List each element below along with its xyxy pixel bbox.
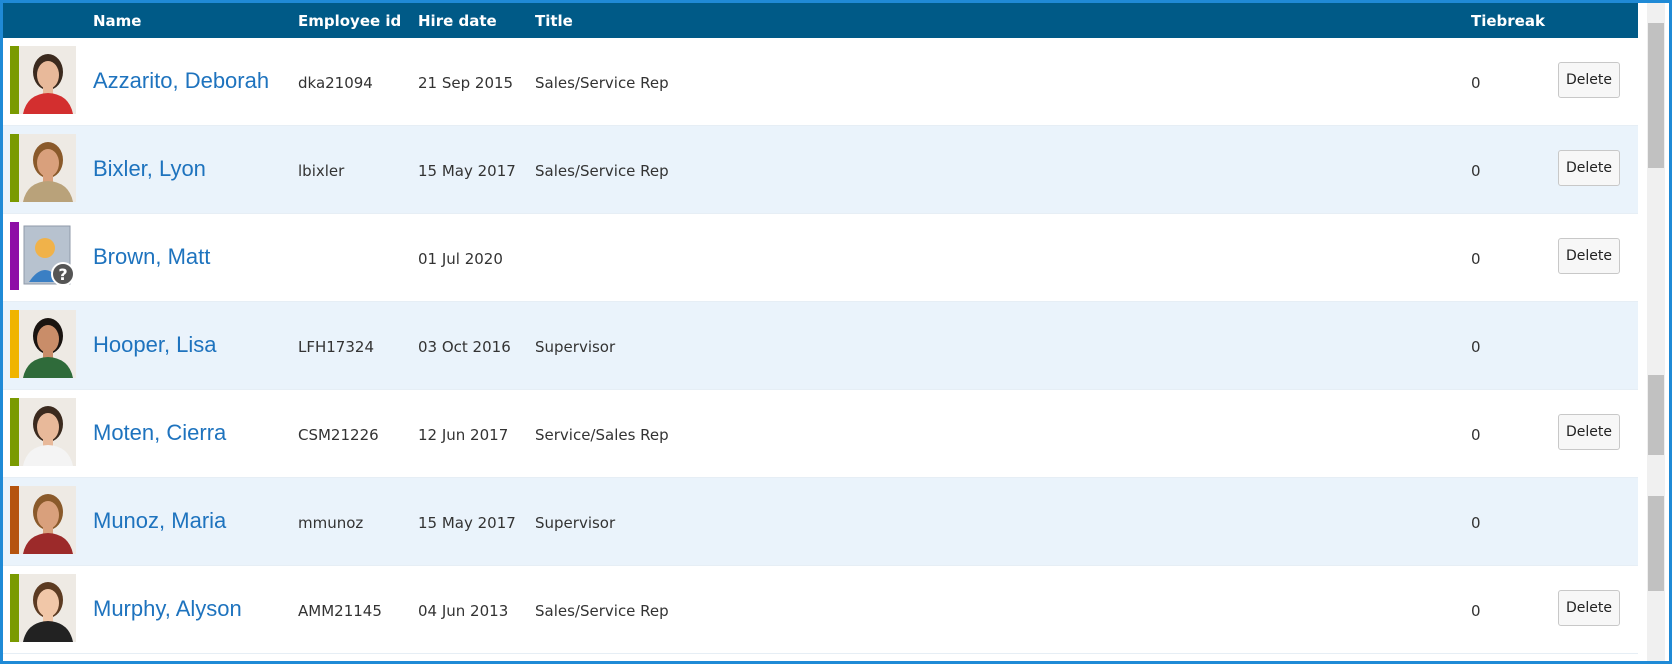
employee-rows: Azzarito, Deborah dka21094 21 Sep 2015 Sale…	[3, 38, 1638, 654]
scrollbar-thumb-segment[interactable]	[1648, 496, 1664, 591]
avatar[interactable]	[19, 574, 76, 642]
hire-date: 12 Jun 2017	[418, 426, 509, 444]
employee-name-link[interactable]: Bixler, Lyon	[93, 156, 206, 182]
job-title: Supervisor	[535, 338, 616, 356]
tiebreak-value: 0	[1471, 514, 1481, 532]
tiebreak-value: 0	[1471, 162, 1481, 180]
tiebreak-value: 0	[1471, 602, 1481, 620]
column-header-name[interactable]: Name	[93, 12, 141, 30]
employee-id: AMM21145	[298, 602, 382, 620]
scrollbar-track[interactable]	[1647, 3, 1665, 661]
hire-date: 15 May 2017	[418, 162, 516, 180]
tiebreak-value: 0	[1471, 426, 1481, 444]
hire-date: 21 Sep 2015	[418, 74, 514, 92]
job-title: Service/Sales Rep	[535, 426, 669, 444]
job-title: Sales/Service Rep	[535, 162, 669, 180]
employee-id: LFH17324	[298, 338, 374, 356]
employee-name-link[interactable]: Munoz, Maria	[93, 508, 226, 534]
employee-name-link[interactable]: Hooper, Lisa	[93, 332, 217, 358]
employee-grid-frame: Name Employee id Hire date Title Tiebrea…	[0, 0, 1672, 664]
svg-text:?: ?	[58, 265, 67, 284]
delete-button[interactable]: Delete	[1558, 590, 1620, 626]
placeholder-user-icon[interactable]: ?	[19, 222, 76, 290]
employee-name-link[interactable]: Azzarito, Deborah	[93, 68, 269, 94]
delete-button[interactable]: Delete	[1558, 150, 1620, 186]
tiebreak-value: 0	[1471, 250, 1481, 268]
table-row[interactable]: Azzarito, Deborah dka21094 21 Sep 2015 Sale…	[3, 38, 1638, 126]
table-row[interactable]: Moten, Cierra CSM21226 12 Jun 2017 Service/…	[3, 390, 1638, 478]
grid-header: Name Employee id Hire date Title Tiebrea…	[3, 3, 1638, 38]
employee-id: CSM21226	[298, 426, 379, 444]
table-row[interactable]: ? Brown, Matt 01 Jul 2020 0 Delete	[3, 214, 1638, 302]
employee-id: lbixler	[298, 162, 345, 180]
hire-date: 01 Jul 2020	[418, 250, 503, 268]
delete-button[interactable]: Delete	[1558, 414, 1620, 450]
job-title: Sales/Service Rep	[535, 74, 669, 92]
table-row[interactable]: Munoz, Maria mmunoz 15 May 2017 Supervisor 0	[3, 478, 1638, 566]
table-row[interactable]: Bixler, Lyon lbixler 15 May 2017 Sales/Serv…	[3, 126, 1638, 214]
scrollbar-thumb[interactable]	[1648, 23, 1664, 168]
employee-grid: Name Employee id Hire date Title Tiebrea…	[3, 3, 1638, 661]
avatar[interactable]	[19, 310, 76, 378]
avatar[interactable]	[19, 46, 76, 114]
job-title: Supervisor	[535, 514, 616, 532]
job-title: Sales/Service Rep	[535, 602, 669, 620]
avatar[interactable]	[19, 398, 76, 466]
employee-name-link[interactable]: Moten, Cierra	[93, 420, 226, 446]
table-row[interactable]: Hooper, Lisa LFH17324 03 Oct 2016 Superviso…	[3, 302, 1638, 390]
column-header-employee-id[interactable]: Employee id	[298, 12, 401, 30]
vertical-scrollbar[interactable]	[1643, 3, 1669, 661]
tiebreak-value: 0	[1471, 338, 1481, 356]
table-row[interactable]: Murphy, Alyson AMM21145 04 Jun 2013 Sales/S…	[3, 566, 1638, 654]
tiebreak-value: 0	[1471, 74, 1481, 92]
avatar[interactable]	[19, 134, 76, 202]
column-header-hire-date[interactable]: Hire date	[418, 12, 497, 30]
hire-date: 15 May 2017	[418, 514, 516, 532]
delete-button[interactable]: Delete	[1558, 62, 1620, 98]
employee-id: mmunoz	[298, 514, 364, 532]
employee-id: dka21094	[298, 74, 373, 92]
avatar[interactable]	[19, 486, 76, 554]
employee-name-link[interactable]: Murphy, Alyson	[93, 596, 242, 622]
scrollbar-thumb-segment[interactable]	[1648, 375, 1664, 455]
hire-date: 03 Oct 2016	[418, 338, 511, 356]
delete-button[interactable]: Delete	[1558, 238, 1620, 274]
column-header-title[interactable]: Title	[535, 12, 573, 30]
column-header-tiebreak[interactable]: Tiebreak	[1471, 12, 1545, 30]
employee-name-link[interactable]: Brown, Matt	[93, 244, 210, 270]
hire-date: 04 Jun 2013	[418, 602, 509, 620]
